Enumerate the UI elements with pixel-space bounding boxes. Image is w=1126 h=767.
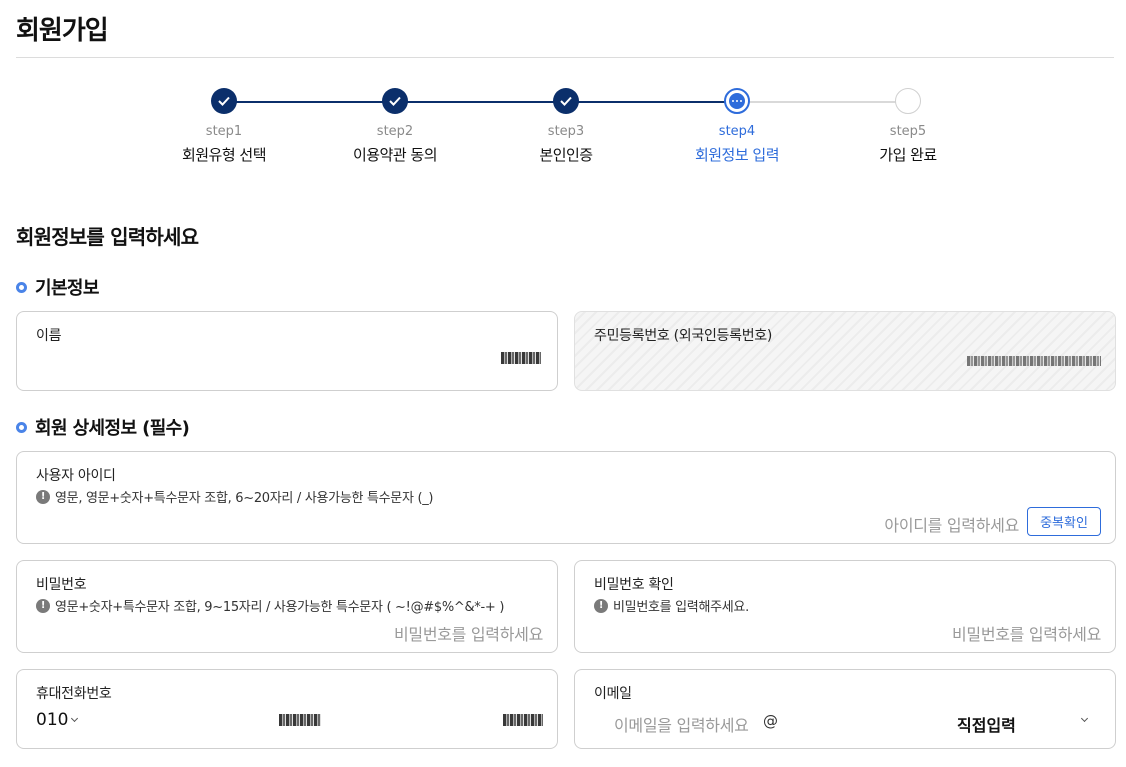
- step-item-2: step2 이용약관 동의: [325, 88, 465, 165]
- detail-info-heading: 회원 상세정보 (필수): [16, 414, 190, 440]
- password-confirm-field[interactable]: 비밀번호 확인 ! 비밀번호를 입력해주세요. 비밀번호를 입력하세요: [574, 560, 1116, 653]
- chevron-down-icon[interactable]: [1080, 714, 1089, 723]
- email-at-sign: @: [763, 712, 778, 730]
- password-hint: ! 영문+숫자+특수문자 조합, 9~15자리 / 사용가능한 특수문자 ( ~…: [36, 596, 504, 615]
- chevron-down-icon: [71, 714, 79, 722]
- rrn-field: 주민등록번호 (외국인등록번호): [574, 311, 1116, 391]
- check-icon: [211, 88, 237, 114]
- exclamation-circle-icon: !: [594, 598, 608, 613]
- password-field[interactable]: 비밀번호 ! 영문+숫자+특수문자 조합, 9~15자리 / 사용가능한 특수문…: [16, 560, 558, 653]
- duplicate-check-button[interactable]: 중복확인: [1027, 507, 1101, 536]
- step-number: step1: [205, 124, 243, 139]
- password-confirm-hint: ! 비밀번호를 입력해주세요.: [594, 596, 749, 615]
- bullet-icon: [16, 421, 27, 433]
- name-label: 이름: [36, 328, 62, 344]
- step-number: step4: [718, 124, 756, 139]
- email-field[interactable]: 이메일 이메일을 입력하세요 @ 직접입력: [574, 669, 1116, 749]
- password-label: 비밀번호: [36, 577, 87, 593]
- phone-last-masked[interactable]: [503, 714, 543, 726]
- name-field[interactable]: 이름: [16, 311, 558, 391]
- phone-label: 휴대전화번호: [36, 686, 112, 702]
- basic-info-heading-text: 기본정보: [35, 278, 99, 299]
- title-divider: [16, 57, 1114, 58]
- page-title: 회원가입: [16, 16, 109, 46]
- step-number: step2: [376, 124, 414, 139]
- rrn-value-masked: [967, 356, 1101, 366]
- step-label: 회원정보 입력: [694, 146, 780, 164]
- empty-circle-icon: [895, 88, 921, 114]
- userid-hint-text: 영문, 영문+숫자+특수문자 조합, 6~20자리 / 사용가능한 특수문자 (…: [55, 491, 434, 506]
- exclamation-circle-icon: !: [36, 598, 50, 613]
- step-label: 이용약관 동의: [352, 146, 438, 164]
- name-value-masked: [501, 352, 541, 364]
- userid-input[interactable]: 아이디를 입력하세요: [884, 512, 1019, 536]
- userid-label: 사용자 아이디: [36, 468, 116, 484]
- form-heading: 회원정보를 입력하세요: [16, 225, 199, 249]
- phone-field[interactable]: 휴대전화번호 010: [16, 669, 558, 749]
- ellipsis-icon: [724, 88, 750, 114]
- check-icon: [382, 88, 408, 114]
- phone-prefix-value: 010: [36, 710, 69, 730]
- exclamation-circle-icon: !: [36, 489, 50, 504]
- detail-info-heading-text: 회원 상세정보 (필수): [35, 418, 190, 439]
- email-label: 이메일: [594, 686, 632, 702]
- password-confirm-label: 비밀번호 확인: [594, 577, 674, 593]
- step-label: 본인인증: [539, 146, 593, 164]
- step-item-5: step5 가입 완료: [838, 88, 978, 165]
- step-item-3: step3 본인인증: [496, 88, 636, 165]
- email-local-input[interactable]: 이메일을 입력하세요: [614, 712, 749, 736]
- email-domain-select[interactable]: 직접입력: [957, 712, 1016, 736]
- bullet-icon: [16, 281, 27, 293]
- step-label: 회원유형 선택: [181, 146, 267, 164]
- step-label: 가입 완료: [879, 146, 937, 164]
- step-item-1: step1 회원유형 선택: [154, 88, 294, 165]
- password-input[interactable]: 비밀번호를 입력하세요: [394, 621, 543, 645]
- basic-info-heading: 기본정보: [16, 274, 99, 300]
- step-number: step5: [889, 124, 927, 139]
- phone-middle-masked[interactable]: [279, 714, 321, 726]
- step-number: step3: [547, 124, 585, 139]
- rrn-label: 주민등록번호 (외국인등록번호): [594, 328, 773, 344]
- password-confirm-hint-text: 비밀번호를 입력해주세요.: [613, 600, 749, 615]
- phone-prefix-select[interactable]: 010: [36, 710, 79, 730]
- step-item-4: step4 회원정보 입력: [667, 88, 807, 165]
- password-confirm-input[interactable]: 비밀번호를 입력하세요: [952, 621, 1101, 645]
- userid-field[interactable]: 사용자 아이디 ! 영문, 영문+숫자+특수문자 조합, 6~20자리 / 사용…: [16, 451, 1116, 544]
- password-hint-text: 영문+숫자+특수문자 조합, 9~15자리 / 사용가능한 특수문자 ( ~!@…: [55, 600, 505, 615]
- userid-hint: ! 영문, 영문+숫자+특수문자 조합, 6~20자리 / 사용가능한 특수문자…: [36, 487, 433, 506]
- check-icon: [553, 88, 579, 114]
